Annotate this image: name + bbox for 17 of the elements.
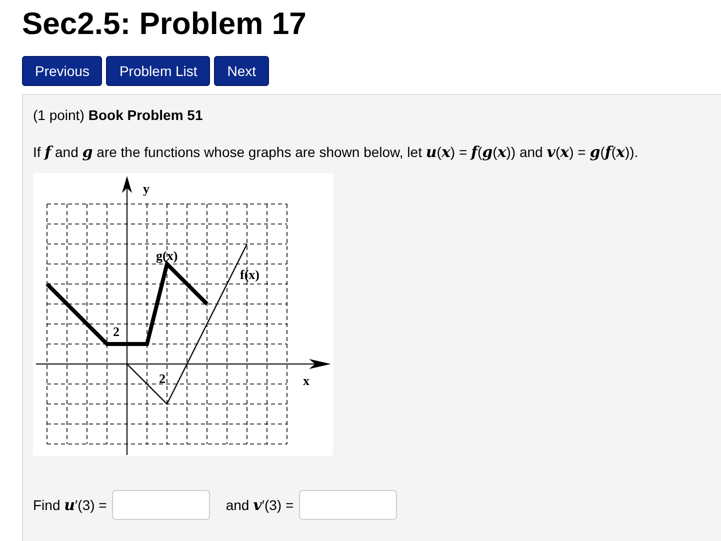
graph-label: x: [303, 373, 310, 388]
graph-label: g(x): [156, 248, 178, 263]
problem-statement: If f and g are the functions whose graphs are shown below, let u(x) = f(g(x)) and v(x) = g(f(x)).: [33, 143, 638, 161]
graph-label: 2: [159, 371, 166, 386]
answer-field[interactable]: [112, 490, 210, 520]
answer-prompt: and v′(3) =: [226, 496, 294, 514]
answer-prompt: Find u′(3) =: [33, 496, 107, 514]
problem-name: Book Problem 51: [88, 107, 203, 123]
nav-button[interactable]: Previous: [22, 56, 102, 86]
answer-field[interactable]: [298, 490, 397, 520]
page-title: Sec2.5: Problem 17: [22, 6, 306, 42]
graph-label: f(x): [240, 267, 260, 282]
graph-label: y: [143, 181, 150, 196]
nav-button[interactable]: Next: [214, 56, 270, 86]
nav-button[interactable]: Problem List: [106, 56, 210, 86]
points-text: (1 point): [33, 107, 84, 123]
graph-label: 2: [113, 324, 120, 339]
